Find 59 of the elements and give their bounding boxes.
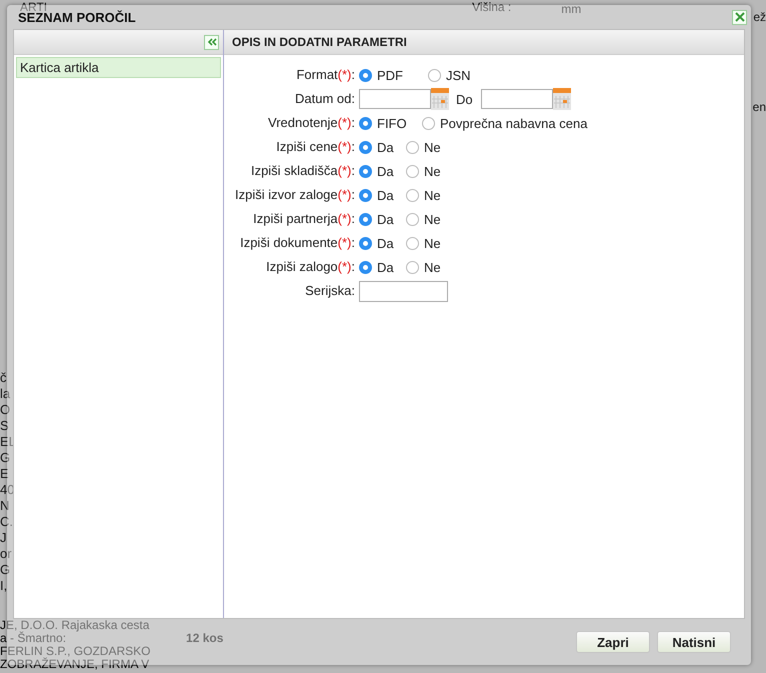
radio-option[interactable]: Ne xyxy=(406,212,448,226)
serial-field[interactable] xyxy=(359,280,448,302)
radio-option[interactable]: Ne xyxy=(406,236,448,250)
text-fragment: en xyxy=(752,100,766,116)
field-label: Format(*): xyxy=(295,66,355,84)
field-label: Izpiši cene(*): xyxy=(275,138,355,156)
field-label: Datum od: xyxy=(294,90,355,108)
collapse-icon[interactable] xyxy=(204,34,219,50)
radio-option[interactable]: Ne xyxy=(406,188,448,202)
radio-option[interactable]: Da xyxy=(359,260,401,274)
text-fragment: or xyxy=(0,546,13,562)
close-icon[interactable] xyxy=(732,10,747,24)
radio-option[interactable]: Da xyxy=(359,164,401,178)
field-label: Serijska: xyxy=(304,282,355,300)
text-fragment: I, xyxy=(0,578,8,594)
calendar-icon[interactable] xyxy=(552,88,571,110)
field-label: Izpiši skladišča(*): xyxy=(250,162,355,180)
text-fragment: la xyxy=(0,386,12,402)
field-label: Izpiši izvor zaloge(*): xyxy=(234,186,355,204)
dialog-button[interactable]: Natisni xyxy=(657,631,731,653)
text-fragment: S xyxy=(0,418,10,434)
panel-title: OPIS IN DODATNI PARAMETRI xyxy=(232,35,407,49)
report-item[interactable]: Kartica artikla xyxy=(16,57,221,78)
radio-option[interactable]: Da xyxy=(359,188,401,202)
calendar-icon[interactable] xyxy=(431,88,449,110)
date-field[interactable] xyxy=(480,89,553,109)
date-field[interactable] xyxy=(359,89,431,109)
text-fragment: O xyxy=(0,402,12,418)
text-fragment: C. xyxy=(0,514,14,530)
text-fragment: J xyxy=(0,530,8,546)
radio-option[interactable]: Ne xyxy=(406,140,448,154)
address-text: a - Šmartno: xyxy=(0,632,66,645)
field-label: Izpiši dokumente(*): xyxy=(239,234,355,252)
radio-option[interactable]: PDF xyxy=(359,68,423,82)
field-label: Vrednotenje(*): xyxy=(267,114,355,132)
radio-option[interactable]: Da xyxy=(359,236,401,250)
field-label: Do xyxy=(456,92,473,106)
radio-option[interactable]: Povprečna nabavna cena xyxy=(422,116,588,130)
text-fragment: G xyxy=(0,450,12,466)
address-text: ZOBRAŽEVANJE, FIRMA V xyxy=(0,658,150,671)
radio-option[interactable]: JSN xyxy=(428,68,492,82)
text-fragment: č xyxy=(0,370,8,386)
radio-option[interactable]: Da xyxy=(359,212,401,226)
radio-option[interactable]: Ne xyxy=(406,164,448,178)
dialog-button[interactable]: Zapri xyxy=(576,631,650,653)
quantity-text: 12 kos xyxy=(186,632,224,645)
radio-option[interactable]: Ne xyxy=(406,260,448,274)
text-fragment: ež xyxy=(753,10,766,24)
unit-label: mm xyxy=(561,2,582,16)
address-text: FERLIN S.P., GOZDARSKO xyxy=(0,645,150,658)
address-text: JE, D.O.O. Rajakaska cesta xyxy=(0,619,150,632)
field-label: Višina : xyxy=(472,0,512,14)
field-label: Izpiši partnerja(*): xyxy=(252,210,355,228)
radio-option[interactable]: FIFO xyxy=(359,116,417,130)
text-fragment: E xyxy=(0,466,10,482)
field-label: Izpiši zalogo(*): xyxy=(265,258,355,276)
text-fragment: N xyxy=(0,498,10,514)
text-fragment: G xyxy=(0,562,12,578)
radio-option[interactable]: Da xyxy=(359,140,401,154)
